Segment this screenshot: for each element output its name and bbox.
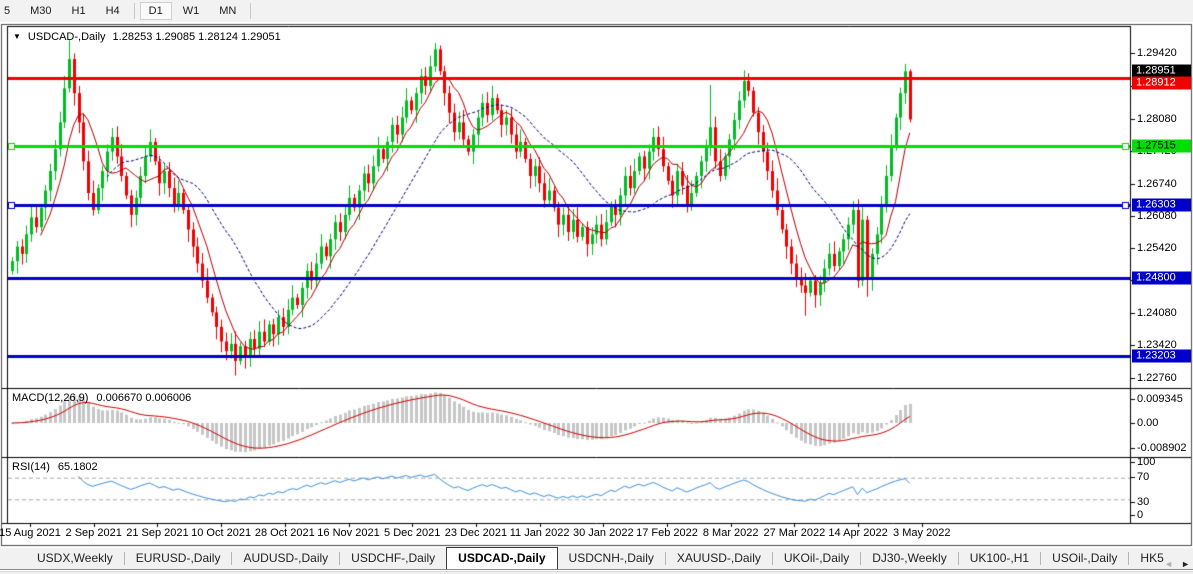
toolbar-separator <box>250 3 251 19</box>
chart-tab-usdcad-[interactable]: USDCAD-,Daily <box>446 547 557 569</box>
date-axis-label: 16 Nov 2021 <box>317 527 379 539</box>
timeframe-button-m30[interactable]: M30 <box>21 2 60 20</box>
rsi-axis-label: 70 <box>1137 471 1149 483</box>
rsi-axis-label: 100 <box>1137 456 1155 468</box>
date-axis-label: 28 Oct 2021 <box>255 527 315 539</box>
price-badge: 1.24800 <box>1132 272 1191 285</box>
date-axis-label: 10 Oct 2021 <box>191 527 251 539</box>
date-axis-label: 8 Mar 2022 <box>703 527 759 539</box>
date-axis-label: 30 Jan 2022 <box>573 527 634 539</box>
toolbar-separator <box>134 3 135 19</box>
terminal-window: 5M30H1H4 D1W1MN ▼ USDCAD-,Daily 1.28253 1… <box>0 0 1193 574</box>
macd-axis-label: -0.008902 <box>1137 442 1187 454</box>
date-axis-label: 11 Jan 2022 <box>510 527 570 539</box>
rsi-axis-label: 30 <box>1137 496 1149 508</box>
symbol-dropdown-icon[interactable]: ▼ <box>13 32 21 41</box>
rsi-indicator-label: RSI(14) 65.1802 <box>12 461 98 473</box>
rsi-name: RSI(14) <box>12 461 50 473</box>
chart-tab-usdchf-[interactable]: USDCHF-,Daily <box>340 548 446 569</box>
price-chart-canvas[interactable] <box>0 0 1193 548</box>
price-tick-label: 1.22760 <box>1137 372 1177 384</box>
rsi-value: 65.1802 <box>58 461 98 473</box>
timeframe-button-h4[interactable]: H4 <box>97 2 129 20</box>
price-badge: 1.26303 <box>1132 199 1191 212</box>
date-axis-label: 14 Apr 2022 <box>828 527 887 539</box>
price-tick-label: 1.26080 <box>1137 210 1177 222</box>
chart-tab-usdcnh-[interactable]: USDCNH-,Daily <box>558 548 665 569</box>
chart-tab-usdx[interactable]: USDX,Weekly <box>26 548 124 569</box>
macd-axis-label: 0.00 <box>1137 417 1158 429</box>
date-axis-label: 3 May 2022 <box>893 527 950 539</box>
timeframe-toolbar: 5M30H1H4 D1W1MN <box>0 0 1193 22</box>
tab-scroll-buttons: ◄ ► <box>1164 558 1190 570</box>
timeframe-button-w1[interactable]: W1 <box>174 2 209 20</box>
chart-tab-audusd-[interactable]: AUDUSD-,Daily <box>232 548 339 569</box>
timeframe-button-h1[interactable]: H1 <box>63 2 95 20</box>
timeframe-button-5[interactable]: 5 <box>1 2 19 20</box>
date-axis-label: 17 Feb 2022 <box>636 527 698 539</box>
date-axis-label: 15 Aug 2021 <box>0 527 61 539</box>
chart-tab-uk100-[interactable]: UK100-,H1 <box>959 548 1040 569</box>
chart-tab-xauusd-[interactable]: XAUUSD-,Daily <box>666 548 772 569</box>
date-axis-label: 5 Dec 2021 <box>384 527 440 539</box>
macd-indicator-label: MACD(12,26,9) 0.006670 0.006006 <box>12 392 191 404</box>
price-tick-label: 1.24080 <box>1137 307 1177 319</box>
timeframe-button-mn[interactable]: MN <box>210 2 245 20</box>
macd-name: MACD(12,26,9) <box>12 392 88 404</box>
price-badge: 1.27515 <box>1132 140 1191 153</box>
chart-tab-ukoil-[interactable]: UKOil-,Daily <box>773 548 860 569</box>
chart-tab-eurusd-[interactable]: EURUSD-,Daily <box>125 548 232 569</box>
chart-tab-bar: USDX,WeeklyEURUSD-,DailyAUDUSD-,DailyUSD… <box>0 548 1193 570</box>
macd-axis-label: 0.009345 <box>1137 393 1183 405</box>
price-badge: 1.28912 <box>1132 77 1191 90</box>
price-tick-label: 1.29420 <box>1137 47 1177 59</box>
tab-scroll-right-icon[interactable]: ► <box>1181 558 1190 570</box>
macd-values: 0.006670 0.006006 <box>96 392 191 404</box>
timeframe-button-d1[interactable]: D1 <box>140 2 172 20</box>
price-tick-label: 1.26740 <box>1137 178 1177 190</box>
chart-title: ▼ USDCAD-,Daily 1.28253 1.29085 1.28124 … <box>13 31 281 43</box>
chart-tab-dj30-[interactable]: DJ30-,Weekly <box>861 548 957 569</box>
date-axis-label: 21 Sep 2021 <box>126 527 188 539</box>
date-axis-label: 23 Dec 2021 <box>445 527 507 539</box>
price-tick-label: 1.28080 <box>1137 113 1177 125</box>
rsi-axis-label: 0 <box>1137 509 1143 521</box>
tab-scroll-left-icon[interactable]: ◄ <box>1164 558 1173 570</box>
date-axis-label: 27 Mar 2022 <box>764 527 826 539</box>
price-badge: 1.23203 <box>1132 350 1191 363</box>
chart-symbol-label: USDCAD-,Daily <box>28 31 106 43</box>
chart-tab-usoil-[interactable]: USOil-,Daily <box>1041 548 1128 569</box>
date-axis-label: 2 Sep 2021 <box>66 527 122 539</box>
price-tick-label: 1.25420 <box>1137 242 1177 254</box>
chart-ohlc-values: 1.28253 1.29085 1.28124 1.29051 <box>113 31 281 43</box>
